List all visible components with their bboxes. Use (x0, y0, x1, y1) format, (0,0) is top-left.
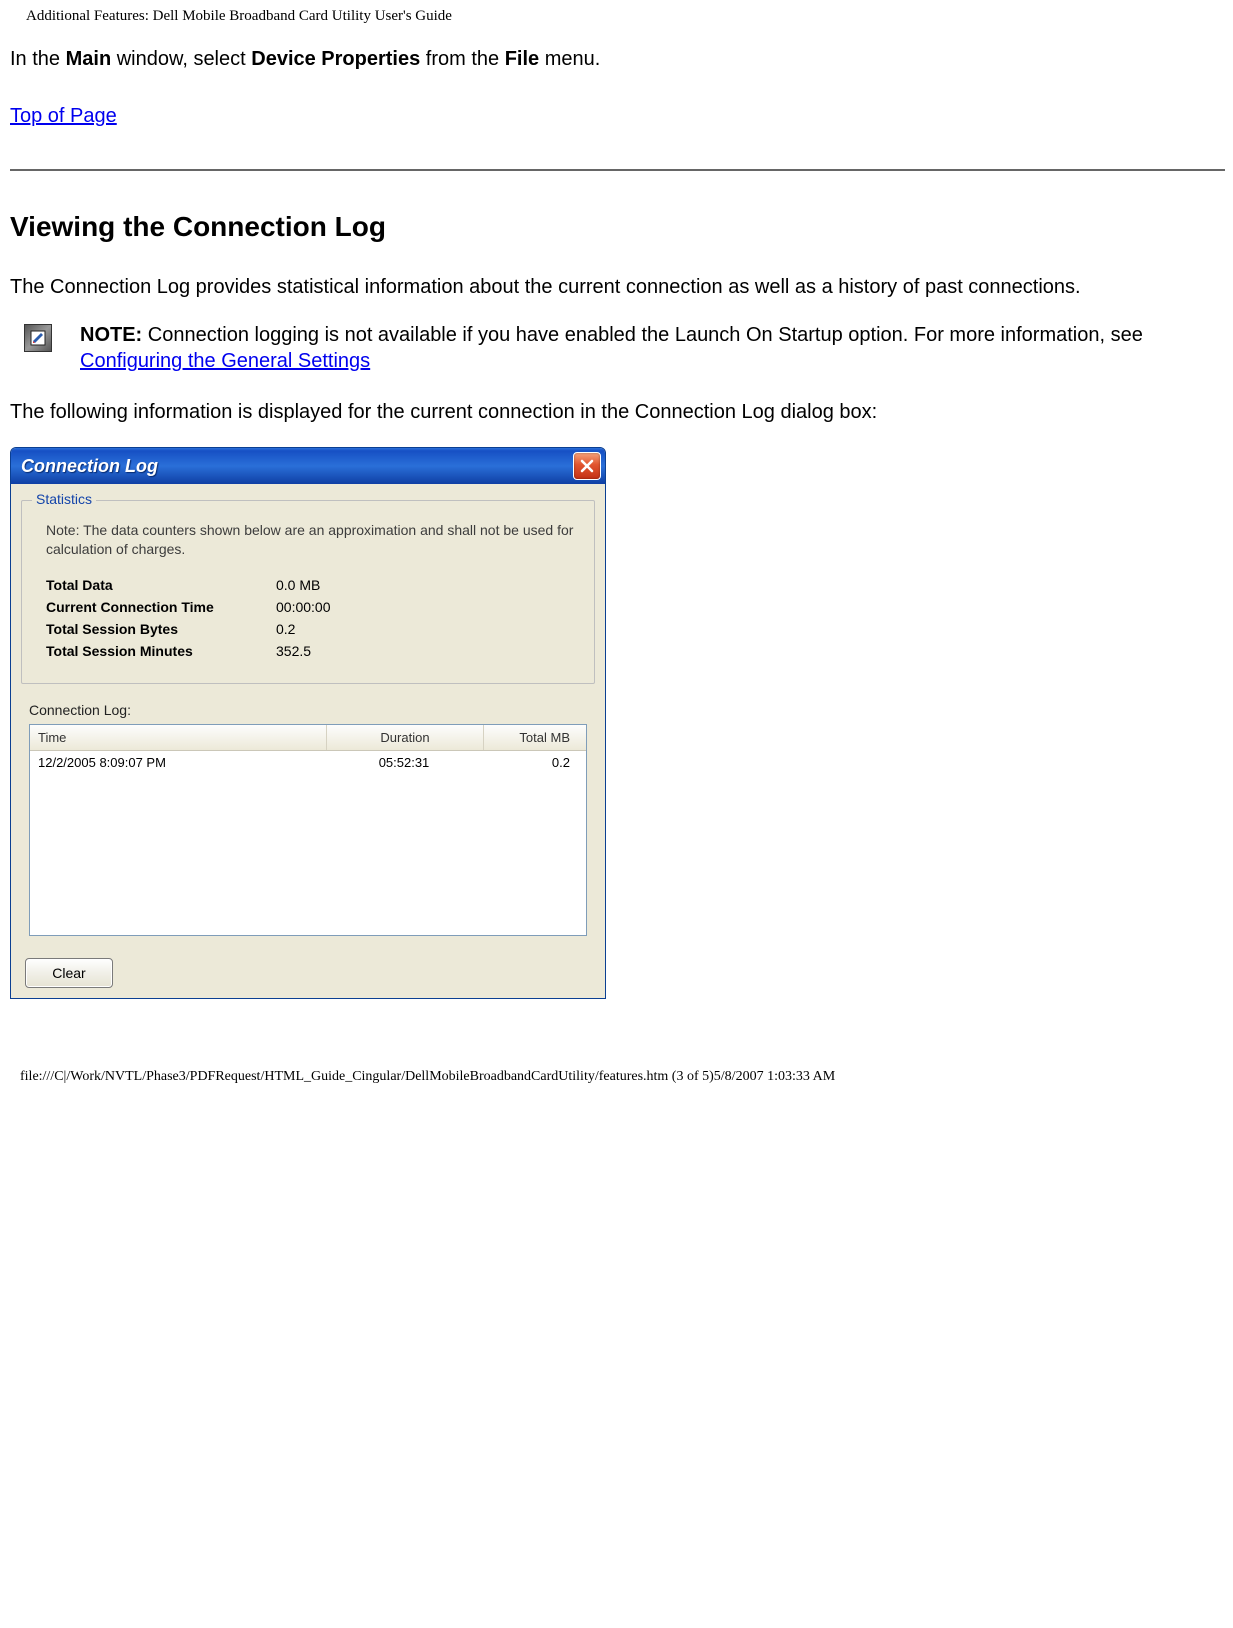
configuring-settings-link[interactable]: Configuring the General Settings (80, 350, 370, 372)
top-of-page-link[interactable]: Top of Page (10, 105, 117, 127)
cell-time: 12/2/2005 8:09:07 PM (30, 751, 326, 774)
conn-time-value: 00:00:00 (276, 599, 331, 615)
note-bold: NOTE: (80, 324, 142, 346)
connection-log-label: Connection Log: (29, 702, 595, 718)
statistics-legend: Statistics (32, 491, 96, 507)
section-heading: Viewing the Connection Log (10, 211, 1225, 243)
section-intro-paragraph: The Connection Log provides statistical … (10, 275, 1225, 300)
col-header-totalmb[interactable]: Total MB (484, 725, 586, 750)
cell-duration: 05:52:31 (326, 751, 482, 774)
conn-time-label: Current Connection Time (46, 599, 276, 615)
intro-mid1: window, select (111, 48, 251, 70)
statistics-group: Statistics Note: The data counters shown… (21, 500, 595, 684)
close-button[interactable] (573, 452, 601, 480)
session-minutes-value: 352.5 (276, 643, 311, 659)
table-row[interactable]: 12/2/2005 8:09:07 PM 05:52:31 0.2 (30, 751, 586, 774)
connection-log-dialog: Connection Log Statistics Note: The data… (10, 447, 606, 999)
connection-log-table: Time Duration Total MB 12/2/2005 8:09:07… (29, 724, 587, 936)
total-data-value: 0.0 MB (276, 577, 320, 593)
dialog-title: Connection Log (21, 456, 573, 477)
intro-devprops-word: Device Properties (251, 48, 420, 70)
note-text: NOTE: Connection logging is not availabl… (80, 322, 1225, 374)
close-icon (580, 459, 594, 473)
session-bytes-value: 0.2 (276, 621, 295, 637)
session-bytes-label: Total Session Bytes (46, 621, 276, 637)
log-header-row: Time Duration Total MB (30, 725, 586, 751)
statistics-note: Note: The data counters shown below are … (46, 521, 582, 559)
clear-button[interactable]: Clear (25, 958, 113, 988)
intro-prefix: In the (10, 48, 66, 70)
intro-suffix: menu. (539, 48, 600, 70)
note-body: Connection logging is not available if y… (142, 324, 1143, 346)
total-data-label: Total Data (46, 577, 276, 593)
intro-main-word: Main (66, 48, 112, 70)
intro-paragraph: In the Main window, select Device Proper… (10, 47, 1225, 72)
dialog-intro-paragraph: The following information is displayed f… (10, 400, 1225, 425)
note-icon (24, 324, 52, 352)
intro-file-word: File (505, 48, 539, 70)
divider (10, 169, 1225, 171)
intro-mid2: from the (420, 48, 504, 70)
cell-totalmb: 0.2 (482, 751, 586, 774)
session-minutes-label: Total Session Minutes (46, 643, 276, 659)
page-footer-path: file:///C|/Work/NVTL/Phase3/PDFRequest/H… (20, 1069, 1225, 1085)
page-header: Additional Features: Dell Mobile Broadba… (26, 8, 1225, 25)
col-header-duration[interactable]: Duration (327, 725, 484, 750)
col-header-time[interactable]: Time (30, 725, 327, 750)
dialog-titlebar: Connection Log (11, 448, 605, 484)
